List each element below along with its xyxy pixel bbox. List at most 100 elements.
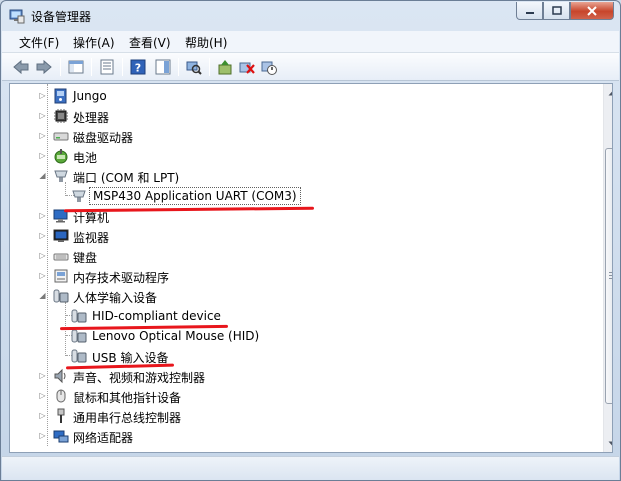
expand-arrow-icon[interactable]: ▷: [38, 151, 47, 160]
tree-item-label: HID-compliant device: [92, 309, 221, 323]
tree-item-msp430-uart[interactable]: MSP430 Application UART (COM3): [10, 186, 595, 206]
scroll-down-button[interactable]: [604, 435, 612, 452]
tree-item-human-interface-devices[interactable]: ◢ 人体学输入设备: [10, 286, 595, 306]
scan-hardware-icon: [186, 61, 202, 75]
scroll-thumb[interactable]: [605, 148, 612, 404]
memory-device-icon: [54, 269, 68, 283]
forward-arrow-icon: [36, 59, 52, 75]
forward-button[interactable]: [34, 57, 54, 77]
tree-item-keyboards[interactable]: ▷ 键盘: [10, 246, 595, 266]
expand-arrow-icon[interactable]: ▷: [38, 131, 47, 140]
toolbar: ?: [2, 53, 619, 81]
menu-view[interactable]: 查看(V): [129, 34, 171, 51]
usb-icon: [57, 408, 65, 423]
tree-item-label: Jungo: [73, 89, 107, 103]
tree-item-label: 通用串行总线控制器: [73, 411, 182, 425]
disk-drive-icon: [53, 132, 69, 141]
expand-arrow-icon[interactable]: ▷: [38, 111, 47, 120]
help-icon: ?: [130, 59, 146, 75]
battery-icon: [54, 149, 68, 164]
properties-button[interactable]: [97, 57, 117, 77]
update-driver-icon: [218, 60, 232, 75]
tree-item-monitors[interactable]: ▷ 监视器: [10, 226, 595, 246]
menu-file[interactable]: 文件(F): [19, 34, 59, 51]
scan-hardware-button[interactable]: [184, 57, 204, 77]
expand-arrow-icon[interactable]: ▷: [38, 371, 47, 380]
maximize-icon: [551, 6, 562, 15]
monitor-icon: [53, 229, 69, 242]
minimize-button[interactable]: [516, 2, 543, 20]
tree-item-mice[interactable]: ▷ 鼠标和其他指针设备: [10, 386, 595, 406]
expand-arrow-icon[interactable]: ▷: [38, 211, 47, 220]
uninstall-button[interactable]: [237, 57, 257, 77]
menu-bar: 文件(F) 操作(A) 查看(V) 帮助(H): [2, 31, 619, 53]
tree-item-label: 网络适配器: [73, 431, 134, 445]
svg-text:?: ?: [135, 62, 141, 75]
menu-help[interactable]: 帮助(H): [185, 34, 227, 51]
tree-item-label: 内存技术驱动程序: [73, 271, 170, 285]
tree-item-label: 鼠标和其他指针设备: [73, 391, 182, 405]
hid-icon: [71, 349, 87, 363]
expand-arrow-icon[interactable]: ▷: [38, 271, 47, 280]
uninstall-icon: [239, 62, 255, 74]
tree-item-processors[interactable]: ▷ 处理器: [10, 106, 595, 126]
scroll-up-icon: [608, 90, 612, 95]
expand-arrow-icon[interactable]: ▷: [38, 391, 47, 400]
tree-item-disk-drives[interactable]: ▷ 磁盘驱动器: [10, 126, 595, 146]
tree-item-label: 监视器: [73, 231, 110, 245]
expand-arrow-icon[interactable]: ▷: [38, 91, 47, 100]
title-bar[interactable]: 设备管理器: [1, 1, 620, 31]
maximize-button[interactable]: [543, 2, 570, 20]
device-tree[interactable]: ▷ Jungo ▷ 处理器 ▷ 磁盘驱动器 ▷ 电池 ◢ 端口 (COM 和 L…: [9, 83, 613, 453]
menu-action[interactable]: 操作(A): [73, 34, 115, 51]
tree-item-label: 端口 (COM 和 LPT): [73, 171, 180, 185]
tree-item-sound-video-game[interactable]: ▷ 声音、视频和游戏控制器: [10, 366, 595, 386]
hid-icon: [71, 329, 87, 343]
minimize-icon: [525, 11, 534, 14]
expand-arrow-icon[interactable]: ▷: [38, 251, 47, 260]
device-manager-window: 设备管理器 文件(F) 操作(A) 查看(V) 帮助(H) ? ▷ Jungo …: [0, 0, 621, 481]
expand-arrow-icon[interactable]: ▷: [38, 411, 47, 420]
jungo-device-icon: [54, 88, 67, 104]
hid-icon: [53, 289, 69, 303]
tree-item-network-adapters[interactable]: ▷ 网络适配器: [10, 426, 595, 446]
mouse-icon: [56, 389, 66, 403]
tree-item-label: 人体学输入设备: [73, 291, 158, 305]
back-button[interactable]: [11, 57, 31, 77]
show-hide-console-tree-button[interactable]: [66, 57, 86, 77]
tree-item-battery[interactable]: ▷ 电池: [10, 146, 595, 166]
back-arrow-icon: [13, 59, 29, 75]
expand-arrow-icon[interactable]: ▷: [38, 431, 47, 440]
tree-item-label: 键盘: [73, 251, 98, 265]
processor-icon: [54, 109, 68, 123]
tree-item-ports[interactable]: ◢ 端口 (COM 和 LPT): [10, 166, 595, 186]
window-title: 设备管理器: [31, 10, 92, 24]
status-bar: [2, 456, 619, 480]
speaker-icon: [54, 368, 66, 384]
console-tree-icon: [68, 60, 84, 74]
update-driver-button[interactable]: [215, 57, 235, 77]
collapse-arrow-icon[interactable]: ◢: [38, 291, 47, 300]
tree-item-label: MSP430 Application UART (COM3): [89, 187, 301, 205]
tree-item-usb-input-device[interactable]: USB 输入设备: [10, 346, 595, 366]
scroll-up-button[interactable]: [604, 84, 612, 101]
tree-item-usb-controllers[interactable]: ▷ 通用串行总线控制器: [10, 406, 595, 426]
tree-item-memory-technology[interactable]: ▷ 内存技术驱动程序: [10, 266, 595, 286]
collapse-arrow-icon[interactable]: ◢: [38, 171, 47, 180]
enable-device-button[interactable]: [259, 57, 279, 77]
expand-arrow-icon[interactable]: ▷: [38, 231, 47, 240]
close-button[interactable]: [570, 2, 614, 20]
tree-item-label: 磁盘驱动器: [73, 131, 134, 145]
port-icon: [54, 170, 68, 182]
tree-item-label: 电池: [73, 151, 98, 165]
tree-item-hid-compliant-device[interactable]: HID-compliant device: [10, 306, 595, 326]
port-icon: [72, 190, 86, 202]
action-pane-button[interactable]: [153, 57, 173, 77]
tree-item-jungo[interactable]: ▷ Jungo: [10, 86, 595, 106]
vertical-scrollbar[interactable]: [603, 84, 612, 452]
network-adapter-icon: [53, 430, 69, 443]
tree-item-label: 处理器: [73, 111, 110, 125]
device-manager-icon: [9, 9, 25, 24]
help-button[interactable]: ?: [128, 57, 148, 77]
enable-device-icon: [261, 61, 277, 75]
